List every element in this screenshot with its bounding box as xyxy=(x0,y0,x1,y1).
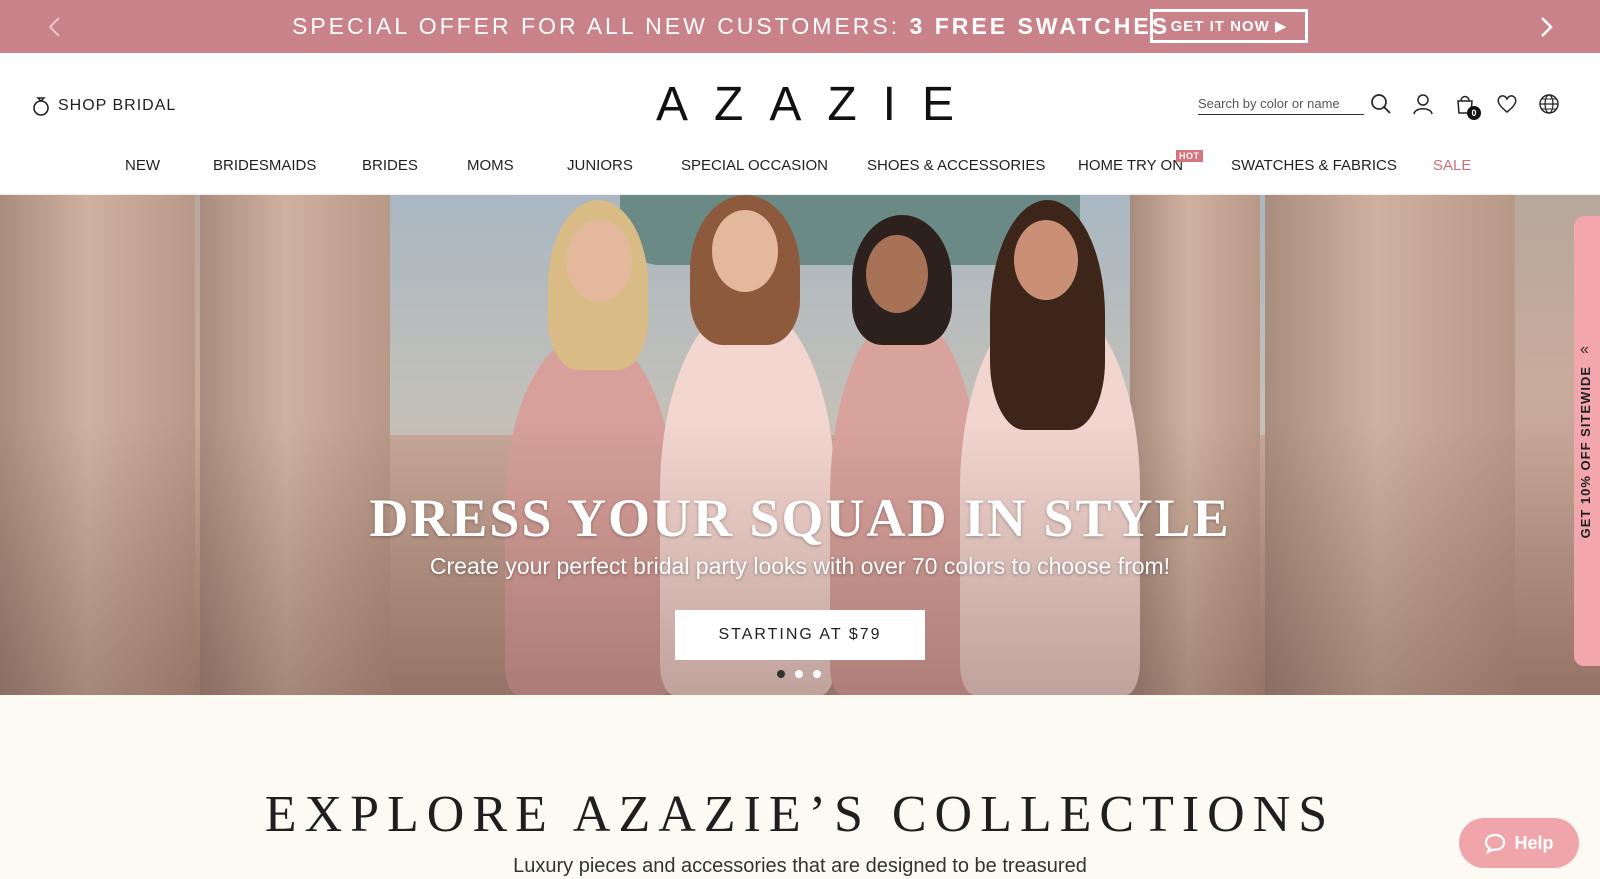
ring-icon xyxy=(33,97,49,116)
discount-side-label: GET 10% OFF SITEWIDE xyxy=(1578,366,1593,539)
nav-item-sale[interactable]: SALE xyxy=(1433,157,1471,174)
cart-count-badge: 0 xyxy=(1467,106,1481,120)
hero-title: DRESS YOUR SQUAD IN STYLE xyxy=(369,488,1231,548)
promo-next-button[interactable] xyxy=(1520,0,1573,53)
site-header: SHOP BRIDAL AZAZIE Search by color or na… xyxy=(0,53,1600,195)
nav-item-swatches-fabrics[interactable]: SWATCHES & FABRICS xyxy=(1231,157,1397,174)
chat-icon xyxy=(1485,833,1506,854)
promo-banner: SPECIAL OFFER FOR ALL NEW CUSTOMERS: 3 F… xyxy=(0,0,1600,53)
hot-badge: HOT xyxy=(1176,150,1203,162)
promo-text-bold: 3 FREE SWATCHES xyxy=(909,13,1171,39)
shop-bridal-link[interactable]: SHOP BRIDAL xyxy=(32,95,176,117)
carousel-dots xyxy=(777,670,821,678)
nav-item-new[interactable]: NEW xyxy=(125,157,160,174)
discount-side-tab[interactable]: « GET 10% OFF SITEWIDE xyxy=(1574,216,1600,666)
wishlist-button[interactable] xyxy=(1494,91,1520,117)
promo-text-prefix: SPECIAL OFFER FOR ALL NEW CUSTOMERS: xyxy=(292,13,910,39)
help-button[interactable]: Help xyxy=(1459,818,1579,868)
nav-item-home-try-on[interactable]: HOME TRY ON xyxy=(1078,157,1183,174)
shop-bridal-label: SHOP BRIDAL xyxy=(58,97,177,114)
starting-at-button[interactable]: STARTING AT $79 xyxy=(675,610,925,660)
chevron-right-icon xyxy=(1540,16,1553,37)
collections-section: EXPLORE AZAZIE’S COLLECTIONS Luxury piec… xyxy=(0,695,1600,879)
hero-subtitle: Create your perfect bridal party looks w… xyxy=(429,553,1171,579)
nav-item-bridesmaids[interactable]: BRIDESMAIDS xyxy=(213,157,316,174)
search-button[interactable] xyxy=(1368,91,1394,117)
cart-button[interactable]: 0 xyxy=(1452,91,1481,120)
chevron-left-icon xyxy=(48,16,60,37)
search-icon xyxy=(1371,94,1391,114)
account-button[interactable] xyxy=(1410,91,1436,117)
nav-item-brides[interactable]: BRIDES xyxy=(362,157,418,174)
collections-title: EXPLORE AZAZIE’S COLLECTIONS xyxy=(264,786,1336,843)
user-icon xyxy=(1413,94,1433,115)
nav-item-shoes-accessories[interactable]: SHOES & ACCESSORIES xyxy=(867,157,1045,174)
language-button[interactable] xyxy=(1536,91,1562,117)
hero-banner[interactable]: DRESS YOUR SQUAD IN STYLE Create your pe… xyxy=(0,195,1600,695)
nav-item-juniors[interactable]: JUNIORS xyxy=(567,157,633,174)
heart-icon xyxy=(1497,95,1517,113)
get-it-now-button[interactable]: GET IT NOW ▶ xyxy=(1150,9,1308,43)
promo-text: SPECIAL OFFER FOR ALL NEW CUSTOMERS: 3 F… xyxy=(292,11,1170,41)
carousel-dot-1[interactable] xyxy=(777,670,785,678)
nav-item-moms[interactable]: MOMS xyxy=(467,157,514,174)
carousel-dot-3[interactable] xyxy=(813,670,821,678)
globe-icon xyxy=(1539,94,1559,114)
azazie-logo[interactable]: AZAZIE xyxy=(630,77,970,132)
collections-subtitle: Luxury pieces and accessories that are d… xyxy=(513,855,1087,877)
carousel-dot-2[interactable] xyxy=(795,670,803,678)
help-label: Help xyxy=(1514,832,1554,853)
main-nav: NEW BRIDESMAIDS BRIDES MOMS JUNIORS SPEC… xyxy=(0,150,1600,181)
double-chevron-left-icon: « xyxy=(1580,341,1589,358)
nav-item-special-occasion[interactable]: SPECIAL OCCASION xyxy=(681,157,828,174)
search-input[interactable]: Search by color or name xyxy=(1198,93,1364,115)
promo-prev-button[interactable] xyxy=(27,0,80,53)
